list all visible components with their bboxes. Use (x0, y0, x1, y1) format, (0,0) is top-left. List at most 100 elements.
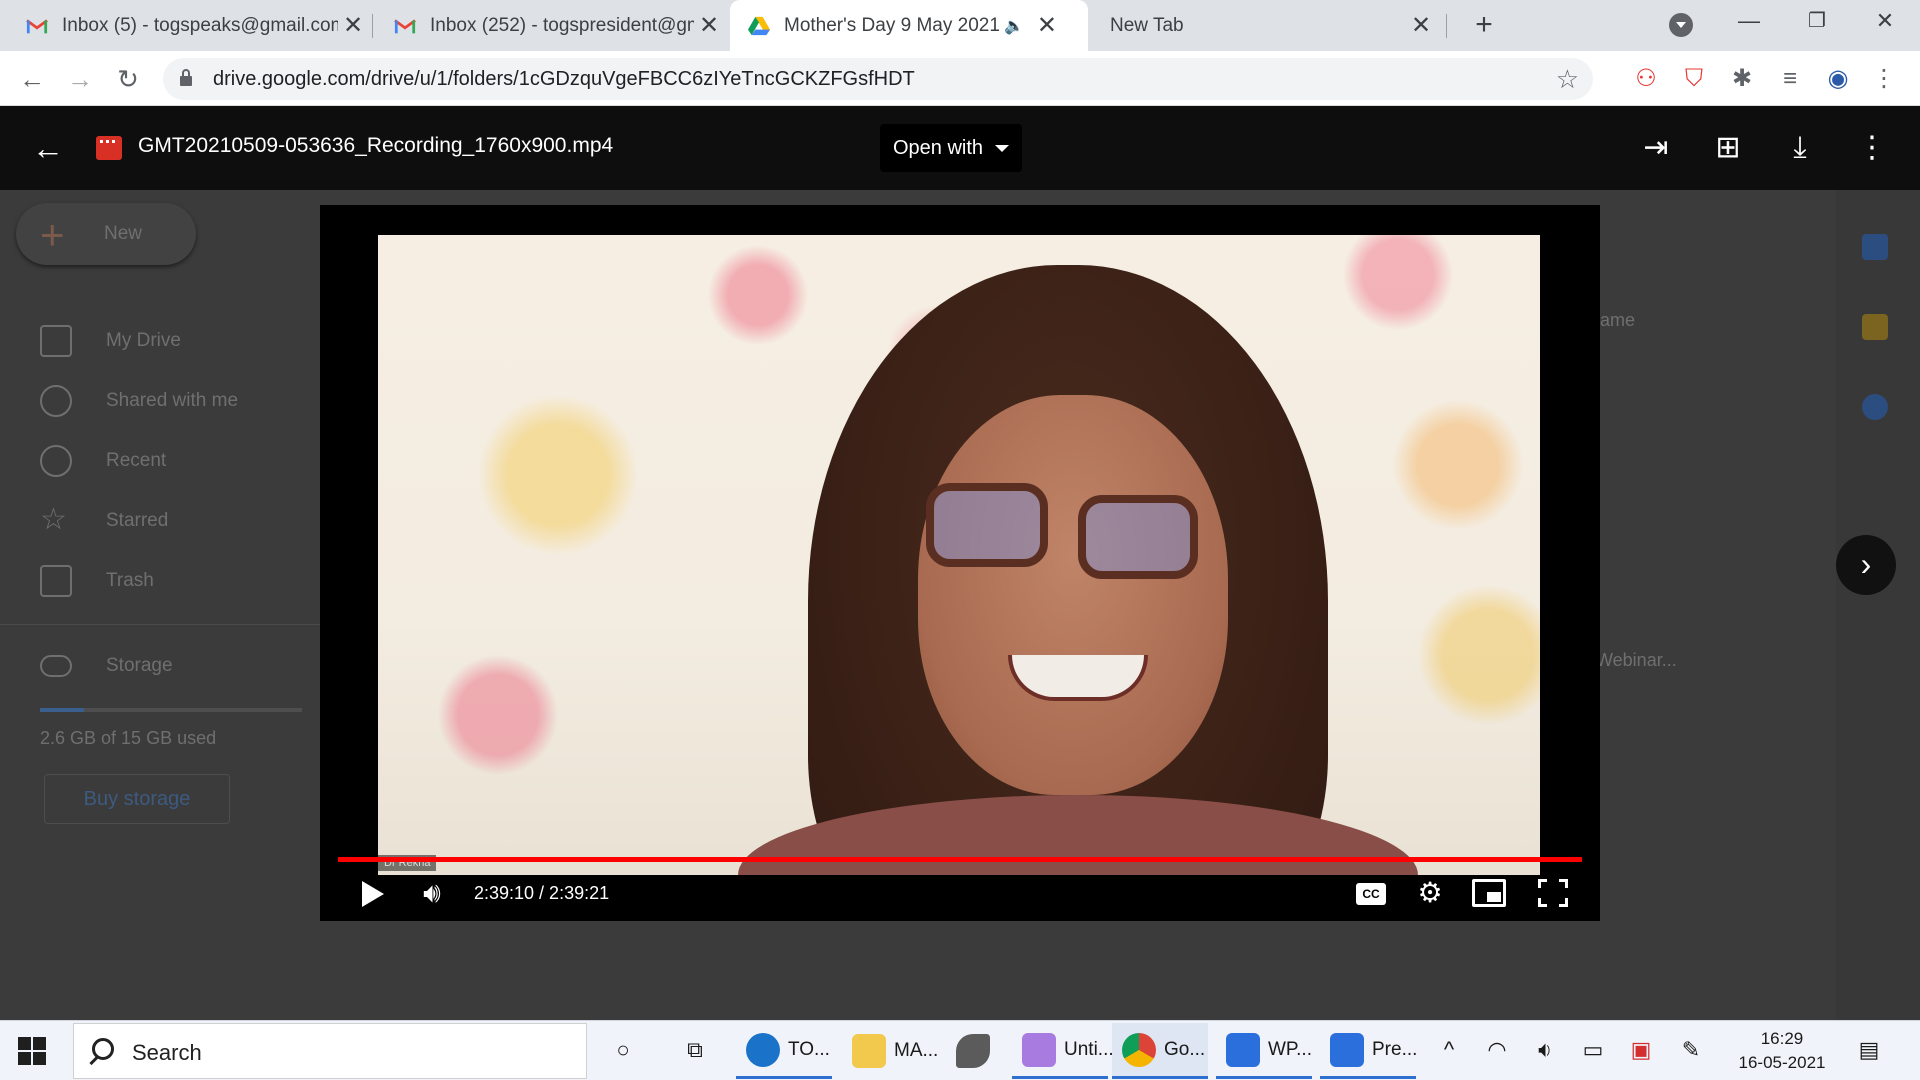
lock-icon (180, 69, 192, 86)
word-icon (1330, 1032, 1364, 1067)
show-hidden-icons-icon[interactable]: ^ (1434, 1035, 1464, 1065)
forward-icon[interactable]: → (62, 61, 98, 97)
file-card-label[interactable]: Webinar... (1596, 650, 1677, 671)
search-placeholder: Search (132, 1040, 202, 1065)
play-icon[interactable] (362, 881, 384, 907)
sidebar-item-starred[interactable]: ☆ Starred (40, 501, 168, 541)
sort-name-label[interactable]: ame (1600, 310, 1635, 331)
tab-title: Mother's Day 9 May 2021 - Google Drive (784, 14, 1004, 36)
taskbar-app-word[interactable]: Pre... (1320, 1023, 1418, 1079)
sidebar-item-label: Storage (106, 655, 173, 676)
pen-icon[interactable]: ✎ (1676, 1035, 1706, 1065)
folder-icon (852, 1034, 886, 1068)
cortana-icon[interactable]: ○ (608, 1035, 638, 1065)
minimize-button[interactable]: — (1714, 0, 1784, 42)
close-tab-icon[interactable]: ✕ (1406, 11, 1436, 40)
edge-icon (746, 1032, 780, 1067)
new-button[interactable]: + New (16, 203, 196, 265)
bookmark-star-icon[interactable]: ☆ (1556, 64, 1579, 95)
tab-title: New Tab (1110, 14, 1184, 36)
new-tab-button[interactable]: + (1466, 8, 1502, 44)
video-frame[interactable]: Dr Rekha (378, 235, 1540, 875)
open-with-button[interactable]: Open with (880, 124, 1022, 172)
media-control-icon[interactable]: ≡ (1774, 63, 1806, 95)
tab-gmail-togspeaks[interactable]: Inbox (5) - togspeaks@gmail.com ✕ (8, 0, 368, 51)
back-arrow-icon[interactable]: ← (32, 130, 64, 167)
sidebar-item-label: Trash (106, 570, 154, 591)
audio-playing-icon[interactable]: 🔈 (1004, 16, 1024, 36)
reload-icon[interactable]: ↻ (110, 61, 146, 97)
search-icon (92, 1038, 114, 1060)
video-timecode: 2:39:10 / 2:39:21 (474, 883, 610, 903)
system-clock[interactable]: 16:29 16-05-2021 (1730, 1027, 1834, 1075)
buy-storage-button[interactable]: Buy storage (44, 774, 230, 824)
extensions-puzzle-icon[interactable]: ✱ (1726, 63, 1758, 95)
settings-gear-icon[interactable]: ⚙ (1410, 873, 1450, 913)
miniplayer-icon[interactable] (1472, 879, 1506, 907)
tasks-icon[interactable] (1862, 394, 1888, 420)
browser-tab-strip: Inbox (5) - togspeaks@gmail.com ✕ Inbox … (0, 0, 1920, 51)
taskbar-app-wps[interactable]: WP... (1216, 1023, 1312, 1079)
speaker-icon[interactable]: 🔉︎ (1530, 1035, 1560, 1065)
extension-shield-icon[interactable]: ⛉ (1678, 63, 1710, 95)
new-button-label: New (104, 223, 143, 244)
next-file-button[interactable]: › (1836, 535, 1896, 595)
profile-avatar-icon[interactable]: ◉ (1822, 63, 1854, 95)
paint-icon (1022, 1032, 1056, 1067)
windows-start-icon[interactable] (18, 1037, 46, 1065)
close-tab-icon[interactable]: ✕ (694, 11, 724, 40)
wps-writer-icon (1226, 1032, 1260, 1067)
address-bar[interactable]: drive.google.com/drive/u/1/folders/1cGDz… (163, 58, 1593, 100)
video-progress-bar[interactable] (338, 857, 1582, 862)
chrome-menu-icon[interactable]: ⋮ (1868, 63, 1900, 95)
scanner-icon (956, 1034, 990, 1068)
sidebar-item-my-drive[interactable]: My Drive (40, 321, 181, 361)
taskbar-app-edge[interactable]: TO... (736, 1023, 832, 1079)
taskbar-app-label: Pre... (1372, 1038, 1418, 1060)
back-icon[interactable]: ← (14, 61, 50, 97)
sidebar-item-recent[interactable]: Recent (40, 441, 166, 481)
task-view-icon[interactable]: ⧉ (680, 1035, 710, 1065)
move-to-folder-icon[interactable]: ⇥ (1636, 128, 1676, 168)
sidebar-item-shared[interactable]: Shared with me (40, 381, 238, 421)
battery-icon[interactable]: ▭ (1578, 1035, 1608, 1065)
tab-new-tab[interactable]: New Tab ✕ (1092, 0, 1436, 51)
taskbar-app-chrome[interactable]: Go... (1112, 1023, 1208, 1079)
download-icon[interactable]: ⤓ (1780, 128, 1820, 168)
browser-toolbar: ← → ↻ drive.google.com/drive/u/1/folders… (0, 51, 1920, 106)
storage-usage-text: 2.6 GB of 15 GB used (40, 728, 217, 748)
close-tab-icon[interactable]: ✕ (338, 11, 368, 40)
sidebar-item-trash[interactable]: Trash (40, 561, 154, 601)
taskbar-search-box[interactable]: Search (73, 1023, 587, 1079)
plus-icon: + (40, 211, 65, 258)
tab-drive-active[interactable]: Mother's Day 9 May 2021 - Google Drive 🔈… (730, 0, 1088, 51)
notifications-icon[interactable]: ▤ (1854, 1035, 1884, 1065)
url-text: drive.google.com/drive/u/1/folders/1cGDz… (213, 68, 915, 90)
close-tab-icon[interactable]: ✕ (1032, 11, 1062, 40)
video-player[interactable]: Dr Rekha 🔊︎ 2:39:10 / 2:39:21 CC ⚙ (320, 205, 1600, 921)
clock-time: 16:29 (1760, 1029, 1804, 1048)
keep-icon[interactable] (1862, 314, 1888, 340)
fullscreen-icon[interactable] (1538, 879, 1568, 907)
taskbar-app-explorer[interactable]: MA... (842, 1023, 938, 1079)
taskbar-app-paint[interactable]: Unti... (1012, 1023, 1114, 1079)
sidebar-item-label: Recent (106, 450, 167, 471)
tab-gmail-togspresident[interactable]: Inbox (252) - togspresident@gmail.com ✕ (376, 0, 724, 51)
clock-date: 16-05-2021 (1738, 1053, 1826, 1072)
tab-search-icon[interactable] (1669, 13, 1693, 37)
app-tray-icon[interactable]: ▣ (1626, 1035, 1656, 1065)
sidebar-item-label: My Drive (106, 330, 181, 351)
restore-button[interactable]: ❐ (1782, 0, 1852, 42)
extension-lastpass-icon[interactable]: ⚇ (1630, 63, 1662, 95)
file-name: GMT20210509-053636_Recording_1760x900.mp… (138, 134, 614, 157)
volume-icon[interactable]: 🔊︎ (412, 873, 452, 913)
drive-icon (748, 16, 770, 35)
close-window-button[interactable]: ✕ (1850, 0, 1920, 42)
network-icon[interactable]: ◠ (1482, 1035, 1512, 1065)
captions-icon[interactable]: CC (1356, 883, 1386, 905)
taskbar-app-misc[interactable] (946, 1023, 1006, 1079)
sidebar-item-storage[interactable]: Storage (40, 646, 173, 686)
more-actions-icon[interactable]: ⋮ (1852, 128, 1892, 168)
calendar-icon[interactable] (1862, 234, 1888, 260)
add-comment-icon[interactable]: ⊞ (1708, 128, 1748, 168)
